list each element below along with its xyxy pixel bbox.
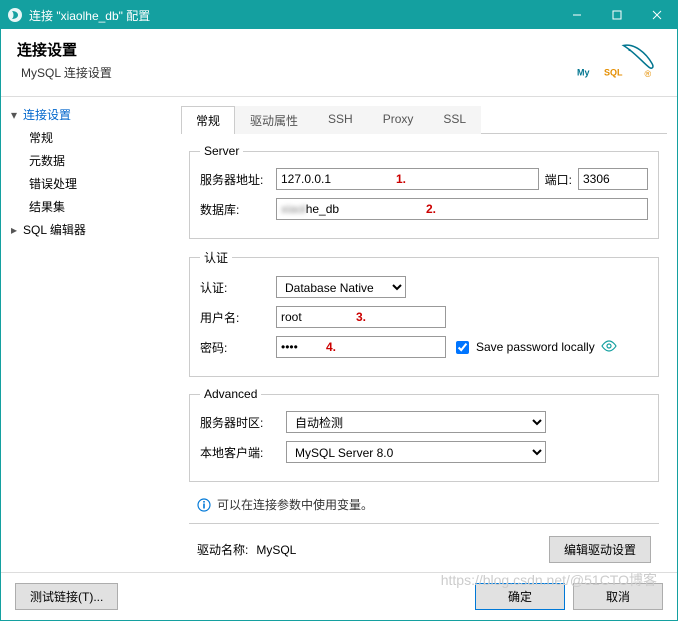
save-password-input[interactable] <box>456 341 469 354</box>
local-client-label: 本地客户端: <box>200 444 280 461</box>
username-input[interactable] <box>276 306 446 328</box>
password-label: 密码: <box>200 339 270 356</box>
sidebar-item-connection[interactable]: ▾ 连接设置 <box>1 103 181 126</box>
server-group: Server 服务器地址: 1. 端口: 数据库: <box>189 144 659 239</box>
edit-driver-button[interactable]: 编辑驱动设置 <box>549 536 651 563</box>
timezone-label: 服务器时区: <box>200 414 280 431</box>
svg-text:My: My <box>577 68 590 78</box>
advanced-legend: Advanced <box>200 387 261 401</box>
close-button[interactable] <box>637 1 677 29</box>
server-legend: Server <box>200 144 243 158</box>
port-input[interactable] <box>578 168 648 190</box>
eye-icon[interactable] <box>601 340 617 355</box>
tab-general[interactable]: 常规 <box>181 106 235 134</box>
sidebar-item-errors[interactable]: 错误处理 <box>1 172 181 195</box>
local-client-select[interactable]: MySQL Server 8.0 <box>286 441 546 463</box>
auth-group: 认证 认证: Database Native 用户名: 3. 密码: <box>189 249 659 377</box>
titlebar: 连接 "xiaolhe_db" 配置 <box>1 1 677 29</box>
sidebar-item-resultset[interactable]: 结果集 <box>1 195 181 218</box>
sidebar-item-sqleditor[interactable]: ▸ SQL 编辑器 <box>1 218 181 241</box>
svg-text:SQL: SQL <box>604 68 623 78</box>
app-icon <box>7 7 23 23</box>
tab-driver-props[interactable]: 驱动属性 <box>235 106 313 134</box>
test-connection-button[interactable]: 测试链接(T)... <box>15 583 118 610</box>
svg-text:®: ® <box>645 69 652 79</box>
tab-ssl[interactable]: SSL <box>428 106 481 134</box>
maximize-button[interactable] <box>597 1 637 29</box>
driver-name: MySQL <box>256 543 296 557</box>
info-text: 可以在连接参数中使用变量。 <box>217 496 373 513</box>
sidebar-item-label: 常规 <box>29 129 53 146</box>
info-icon <box>197 498 211 512</box>
driver-label: 驱动名称: <box>197 541 248 558</box>
sidebar-item-general[interactable]: 常规 <box>1 126 181 149</box>
footer: 测试链接(T)... 确定 取消 https://blog.csdn.net/@… <box>1 572 677 620</box>
tab-proxy[interactable]: Proxy <box>368 106 429 134</box>
tab-ssh[interactable]: SSH <box>313 106 368 134</box>
username-label: 用户名: <box>200 309 270 326</box>
database-input[interactable]: xiaolhe_db <box>276 198 648 220</box>
sidebar-item-label: 元数据 <box>29 152 65 169</box>
port-label: 端口: <box>545 171 572 188</box>
timezone-select[interactable]: 自动检测 <box>286 411 546 433</box>
sidebar-item-label: 错误处理 <box>29 175 77 192</box>
advanced-group: Advanced 服务器时区: 自动检测 本地客户端: MySQL Server… <box>189 387 659 482</box>
ok-button[interactable]: 确定 <box>475 583 565 610</box>
host-input[interactable] <box>276 168 539 190</box>
header: 连接设置 MySQL 连接设置 My SQL ® <box>1 29 677 92</box>
auth-legend: 认证 <box>200 249 232 266</box>
page-title: 连接设置 <box>17 39 571 60</box>
window-title: 连接 "xiaolhe_db" 配置 <box>29 7 557 24</box>
chevron-right-icon: ▸ <box>9 223 19 237</box>
sidebar-item-metadata[interactable]: 元数据 <box>1 149 181 172</box>
sidebar-item-label: 连接设置 <box>23 106 71 123</box>
auth-method-label: 认证: <box>200 279 270 296</box>
save-password-checkbox[interactable]: Save password locally <box>452 338 595 357</box>
minimize-button[interactable] <box>557 1 597 29</box>
info-row: 可以在连接参数中使用变量。 <box>189 492 659 517</box>
password-input[interactable] <box>276 336 446 358</box>
page-subtitle: MySQL 连接设置 <box>21 64 571 81</box>
host-label: 服务器地址: <box>200 171 270 188</box>
tabs: 常规 驱动属性 SSH Proxy SSL <box>181 105 667 134</box>
cancel-button[interactable]: 取消 <box>573 583 663 610</box>
chevron-down-icon: ▾ <box>9 108 19 122</box>
database-label: 数据库: <box>200 201 270 218</box>
sidebar-item-label: 结果集 <box>29 198 65 215</box>
auth-method-select[interactable]: Database Native <box>276 276 406 298</box>
mysql-logo: My SQL ® <box>571 39 661 88</box>
sidebar: ▾ 连接设置 常规 元数据 错误处理 结果集 ▸ SQL 编辑器 <box>1 97 181 572</box>
sidebar-item-label: SQL 编辑器 <box>23 221 86 238</box>
